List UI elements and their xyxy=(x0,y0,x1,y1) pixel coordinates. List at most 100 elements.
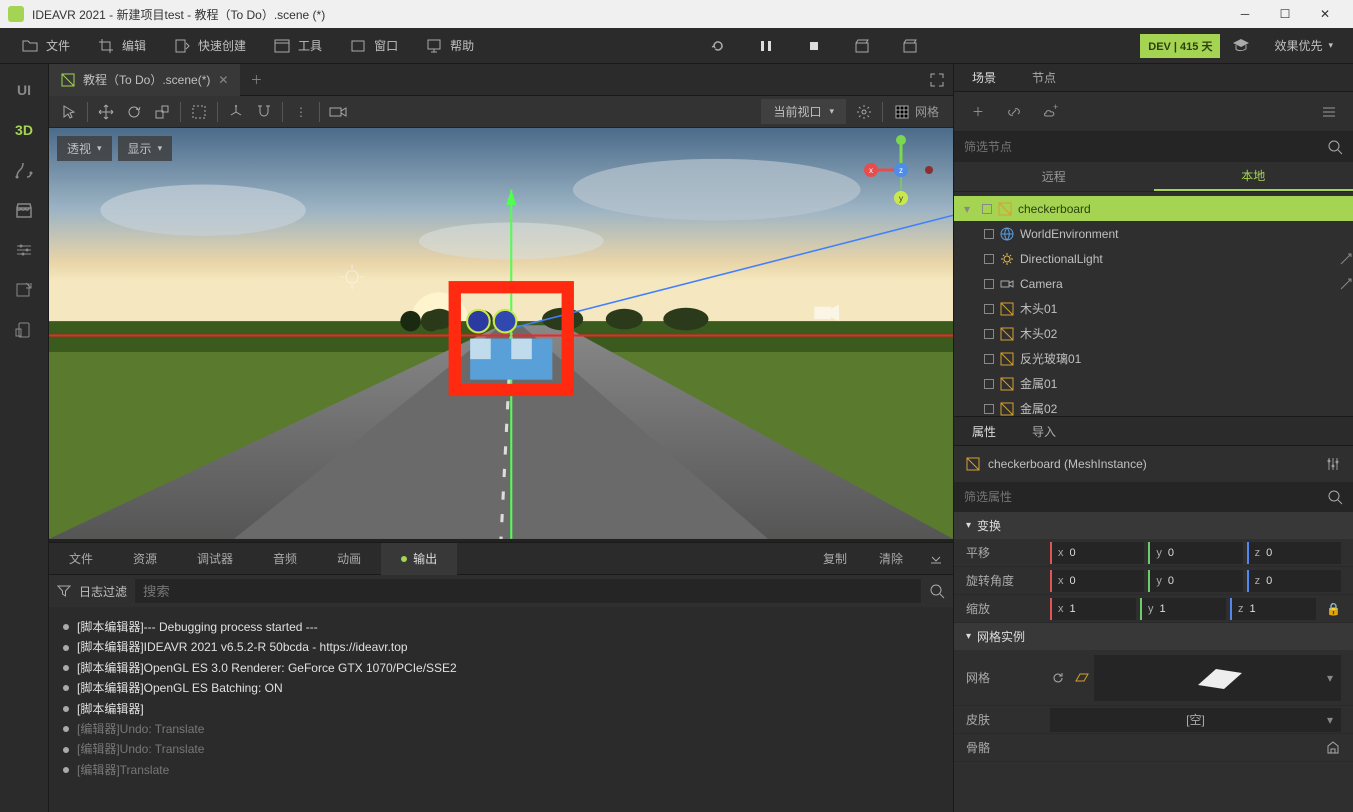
rail-export-icon[interactable] xyxy=(0,270,49,310)
stop-button[interactable] xyxy=(798,30,830,62)
visibility-toggle[interactable] xyxy=(984,279,994,289)
rotate-tool[interactable] xyxy=(120,98,148,126)
tree-node[interactable]: 木头01 xyxy=(954,296,1353,321)
menu-help[interactable]: 帮助 xyxy=(412,28,488,64)
visibility-toggle[interactable] xyxy=(984,229,994,239)
rail-settings-icon[interactable] xyxy=(0,230,49,270)
add-node-button[interactable]: ＋ xyxy=(964,98,992,126)
rail-device-icon[interactable] xyxy=(0,310,49,350)
new-tab-button[interactable]: ＋ xyxy=(240,71,272,88)
translate-y[interactable]: y xyxy=(1148,542,1242,564)
undo-button[interactable] xyxy=(702,30,734,62)
property-filter-input[interactable] xyxy=(964,490,1327,504)
copy-button[interactable]: 复制 xyxy=(807,543,863,575)
menu-effects[interactable]: 效果优先▾ xyxy=(1262,37,1345,54)
attach-script-icon[interactable]: + xyxy=(1036,98,1064,126)
bottom-tab-output[interactable]: 输出 xyxy=(381,543,457,575)
tree-node[interactable]: ▾checkerboard xyxy=(954,196,1353,221)
mesh-preview[interactable]: ▾ xyxy=(1094,655,1341,701)
rail-ui[interactable]: UI xyxy=(0,70,49,110)
revert-icon[interactable] xyxy=(1050,670,1066,686)
tree-node[interactable]: 金属02 xyxy=(954,396,1353,416)
overflow-icon[interactable]: ⋮ xyxy=(287,98,315,126)
node-filter-input[interactable] xyxy=(964,140,1327,154)
search-icon[interactable] xyxy=(1327,139,1343,155)
bottom-tab-debugger[interactable]: 调试器 xyxy=(177,543,253,575)
subtab-local[interactable]: 本地 xyxy=(1154,162,1353,191)
tab-node[interactable]: 节点 xyxy=(1014,64,1074,92)
visibility-toggle[interactable] xyxy=(984,404,994,414)
menu-edit[interactable]: 编辑 xyxy=(84,28,160,64)
tree-node[interactable]: DirectionalLight xyxy=(954,246,1353,271)
search-icon[interactable] xyxy=(1327,489,1343,505)
close-icon[interactable]: ✕ xyxy=(218,73,228,87)
rotate-z[interactable]: z xyxy=(1247,570,1341,592)
gear-icon[interactable] xyxy=(850,98,878,126)
tree-node[interactable]: WorldEnvironment xyxy=(954,221,1353,246)
rail-store-icon[interactable] xyxy=(0,190,49,230)
viewport-select[interactable]: 当前视口▾ xyxy=(761,99,846,124)
bottom-tab-file[interactable]: 文件 xyxy=(49,543,113,575)
visibility-toggle[interactable] xyxy=(984,329,994,339)
collapse-icon[interactable] xyxy=(919,543,953,575)
graduation-icon[interactable] xyxy=(1220,37,1262,55)
visibility-toggle[interactable] xyxy=(984,254,994,264)
link-icon[interactable] xyxy=(1000,98,1028,126)
fullscreen-icon[interactable] xyxy=(921,72,953,88)
visibility-toggle[interactable] xyxy=(984,354,994,364)
rotate-y[interactable]: y xyxy=(1148,570,1242,592)
menu-file[interactable]: 文件 xyxy=(8,28,84,64)
visibility-toggle[interactable] xyxy=(984,304,994,314)
menu-icon[interactable] xyxy=(1315,98,1343,126)
close-button[interactable]: ✕ xyxy=(1305,0,1345,28)
perspective-toggle[interactable]: 透视▾ xyxy=(57,136,112,161)
bounds-tool[interactable] xyxy=(185,98,213,126)
grid-toggle[interactable]: 网格 xyxy=(887,98,947,126)
section-mesh-instance[interactable]: 网格实例 xyxy=(954,623,1353,650)
tab-import[interactable]: 导入 xyxy=(1014,416,1074,446)
display-toggle[interactable]: 显示▾ xyxy=(118,136,173,161)
translate-x[interactable]: x xyxy=(1050,542,1144,564)
scale-tool[interactable] xyxy=(148,98,176,126)
tree-node[interactable]: 反光玻璃01 xyxy=(954,346,1353,371)
lock-icon[interactable]: 🔒 xyxy=(1326,602,1341,616)
bottom-tab-resource[interactable]: 资源 xyxy=(113,543,177,575)
scale-y[interactable]: y xyxy=(1140,598,1226,620)
log-search-input[interactable] xyxy=(135,579,921,603)
tree-node[interactable]: 金属01 xyxy=(954,371,1353,396)
rail-3d[interactable]: 3D xyxy=(0,110,49,150)
snap-tool[interactable] xyxy=(250,98,278,126)
sliders-icon[interactable] xyxy=(1325,456,1341,472)
tree-node[interactable]: Camera xyxy=(954,271,1353,296)
tree-node[interactable]: 木头02 xyxy=(954,321,1353,346)
visibility-toggle[interactable] xyxy=(982,204,992,214)
pause-button[interactable] xyxy=(750,30,782,62)
local-space-tool[interactable] xyxy=(222,98,250,126)
scale-z[interactable]: z xyxy=(1230,598,1316,620)
axis-gizmo[interactable]: x y z xyxy=(861,134,941,214)
camera-tool[interactable] xyxy=(324,98,352,126)
menu-quick-create[interactable]: 快速创建 xyxy=(160,28,260,64)
minimize-button[interactable]: ─ xyxy=(1225,0,1265,28)
scene-tab[interactable]: 教程（To Do）.scene(*) ✕ xyxy=(49,64,240,96)
clear-button[interactable]: 清除 xyxy=(863,543,919,575)
select-tool[interactable] xyxy=(55,98,83,126)
scene-play-icon[interactable] xyxy=(894,30,926,62)
translate-z[interactable]: z xyxy=(1247,542,1341,564)
tab-scene[interactable]: 场景 xyxy=(954,64,1014,92)
bottom-tab-audio[interactable]: 音频 xyxy=(253,543,317,575)
skin-select[interactable]: [空]▾ xyxy=(1050,708,1341,732)
visibility-toggle[interactable] xyxy=(984,379,994,389)
assign-icon[interactable] xyxy=(1325,740,1341,756)
viewport-3d[interactable]: 透视▾ 显示▾ x y z xyxy=(49,128,953,542)
maximize-button[interactable]: ☐ xyxy=(1265,0,1305,28)
scale-x[interactable]: x xyxy=(1050,598,1136,620)
menu-tools[interactable]: 工具 xyxy=(260,28,336,64)
tab-properties[interactable]: 属性 xyxy=(954,416,1014,446)
clapperboard-icon[interactable] xyxy=(846,30,878,62)
rail-curve-icon[interactable] xyxy=(0,150,49,190)
subtab-remote[interactable]: 远程 xyxy=(954,162,1154,191)
bottom-tab-anim[interactable]: 动画 xyxy=(317,543,381,575)
search-icon[interactable] xyxy=(929,583,945,599)
section-transform[interactable]: 变换 xyxy=(954,512,1353,539)
